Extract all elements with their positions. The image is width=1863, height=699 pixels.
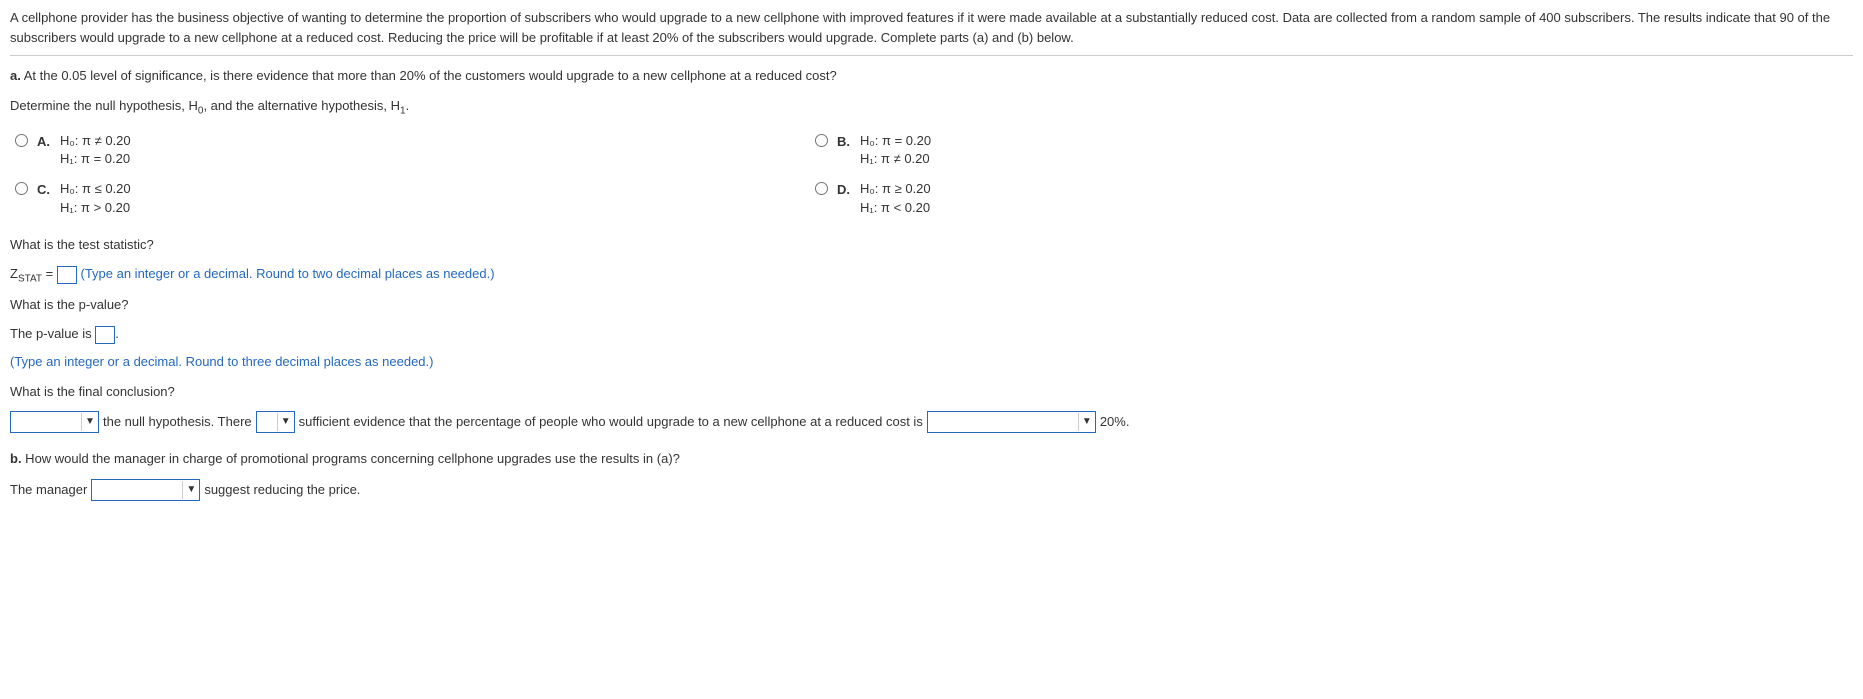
chevron-down-icon: ▼	[81, 413, 98, 431]
pvalue-pre: The p-value is	[10, 326, 95, 341]
conclusion-row: ▼ the null hypothesis. There ▼ sufficien…	[10, 411, 1853, 433]
conclusion-t2: sufficient evidence that the percentage …	[299, 412, 923, 432]
pvalue-line: The p-value is .	[10, 324, 1853, 344]
zstat-input[interactable]	[57, 266, 77, 284]
part-b-prompt: b. How would the manager in charge of pr…	[10, 449, 1853, 469]
choice-a-h1: H₁: π = 0.20	[60, 150, 131, 168]
hyp-end: .	[406, 98, 410, 113]
radio-b[interactable]	[815, 134, 828, 147]
intro-text: A cellphone provider has the business ob…	[10, 10, 1830, 45]
choice-c-h0: H₀: π ≤ 0.20	[60, 180, 131, 198]
conclusion-t1: the null hypothesis. There	[103, 412, 252, 432]
manager-post: suggest reducing the price.	[204, 480, 360, 500]
zstat-line: ZSTAT = (Type an integer or a decimal. R…	[10, 264, 1853, 287]
pvalue-input[interactable]	[95, 326, 115, 344]
conclusion-dd3[interactable]: ▼	[927, 411, 1096, 433]
radio-c[interactable]	[15, 182, 28, 195]
part-a-text: At the 0.05 level of significance, is th…	[21, 68, 837, 83]
choice-d[interactable]: D. H₀: π ≥ 0.20 H₁: π < 0.20	[810, 180, 1853, 216]
conclusion-question: What is the final conclusion?	[10, 382, 1853, 402]
pvalue-post: .	[115, 326, 119, 341]
chevron-down-icon: ▼	[1078, 413, 1095, 431]
zstat-z: Z	[10, 266, 18, 281]
choices-grid: A. H₀: π ≠ 0.20 H₁: π = 0.20 B. H₀: π = …	[10, 132, 1853, 217]
manager-pre: The manager	[10, 480, 87, 500]
part-a-label: a.	[10, 68, 21, 83]
zstat-hint: (Type an integer or a decimal. Round to …	[80, 266, 494, 281]
part-a-prompt: a. At the 0.05 level of significance, is…	[10, 66, 1853, 86]
hypothesis-prompt: Determine the null hypothesis, H0, and t…	[10, 96, 1853, 119]
manager-row: The manager ▼ suggest reducing the price…	[10, 479, 1853, 501]
choice-a-label: A.	[37, 132, 50, 152]
part-b-text: How would the manager in charge of promo…	[22, 451, 680, 466]
hyp-mid: , and the alternative hypothesis, H	[203, 98, 400, 113]
choice-a-h0: H₀: π ≠ 0.20	[60, 132, 131, 150]
zstat-sub: STAT	[18, 274, 42, 285]
test-stat-question: What is the test statistic?	[10, 235, 1853, 255]
chevron-down-icon: ▼	[277, 413, 294, 431]
conclusion-dd1[interactable]: ▼	[10, 411, 99, 433]
pvalue-question: What is the p-value?	[10, 295, 1853, 315]
hyp-pre: Determine the null hypothesis, H	[10, 98, 198, 113]
conclusion-dd2[interactable]: ▼	[256, 411, 295, 433]
choice-d-h1: H₁: π < 0.20	[860, 199, 931, 217]
choice-d-label: D.	[837, 180, 850, 200]
zstat-eq: =	[42, 266, 57, 281]
radio-d[interactable]	[815, 182, 828, 195]
choice-b-h0: H₀: π = 0.20	[860, 132, 931, 150]
choice-c-h1: H₁: π > 0.20	[60, 199, 131, 217]
chevron-down-icon: ▼	[182, 481, 199, 499]
problem-intro: A cellphone provider has the business ob…	[10, 8, 1853, 56]
pvalue-hint: (Type an integer or a decimal. Round to …	[10, 352, 1853, 372]
choice-c-label: C.	[37, 180, 50, 200]
choice-b-h1: H₁: π ≠ 0.20	[860, 150, 931, 168]
conclusion-t3: 20%.	[1100, 412, 1130, 432]
radio-a[interactable]	[15, 134, 28, 147]
manager-dd[interactable]: ▼	[91, 479, 200, 501]
choice-b-label: B.	[837, 132, 850, 152]
choice-c[interactable]: C. H₀: π ≤ 0.20 H₁: π > 0.20	[10, 180, 810, 216]
choice-d-h0: H₀: π ≥ 0.20	[860, 180, 931, 198]
choice-a[interactable]: A. H₀: π ≠ 0.20 H₁: π = 0.20	[10, 132, 810, 168]
choice-b[interactable]: B. H₀: π = 0.20 H₁: π ≠ 0.20	[810, 132, 1853, 168]
part-b-label: b.	[10, 451, 22, 466]
